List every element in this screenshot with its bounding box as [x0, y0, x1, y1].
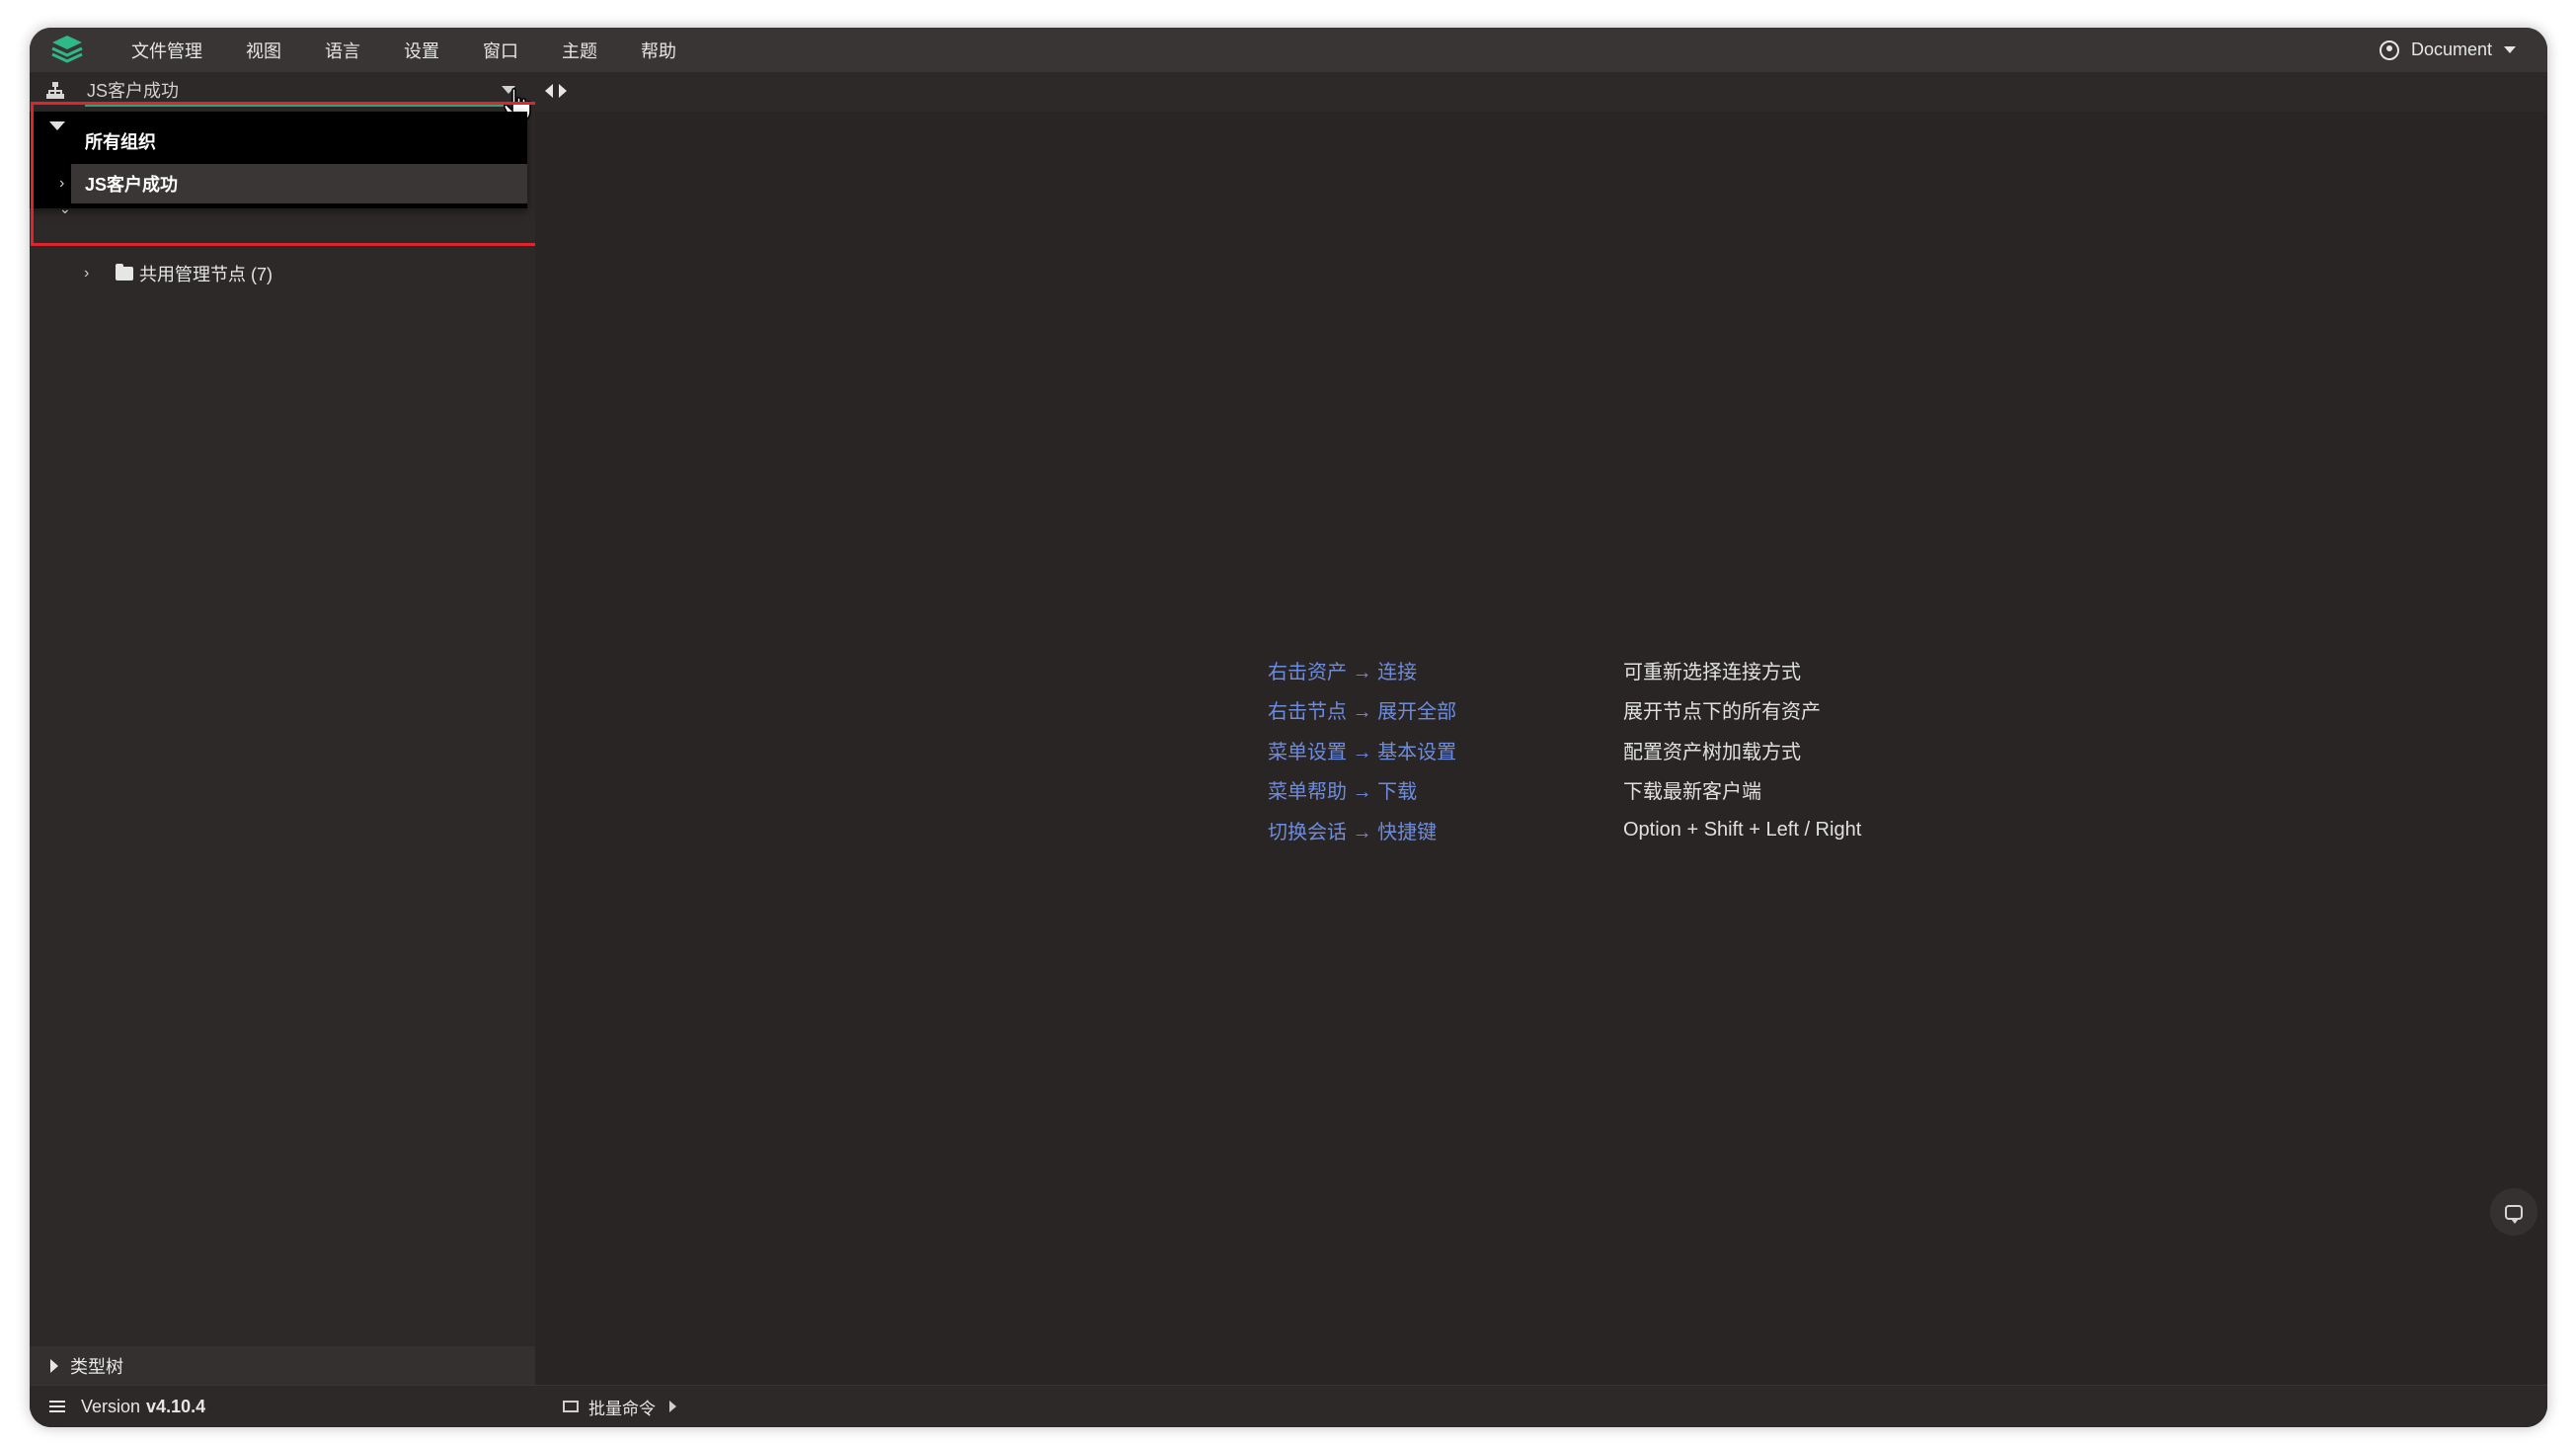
caret-left-icon[interactable]: [545, 84, 553, 98]
menu-bar: 文件管理 视图 语言 设置 窗口 主题 帮助 Document: [30, 28, 2547, 72]
menu-item-view[interactable]: 视图: [246, 38, 281, 63]
tip-row: 右击资产 → 连接 可重新选择连接方式: [1268, 650, 1861, 690]
bottom-bar: 批量命令: [535, 1385, 2547, 1427]
app-window: 文件管理 视图 语言 设置 窗口 主题 帮助 Document JS客户成功 所…: [30, 28, 2547, 1427]
chevron-right-icon[interactable]: ›: [84, 265, 104, 282]
collapse-toggle-icon[interactable]: [49, 121, 65, 130]
tip-key: 菜单帮助 → 下载: [1268, 781, 1418, 804]
tab-scroll-controls: [545, 84, 567, 98]
dropdown-option-selected-org[interactable]: JS客户成功: [71, 164, 527, 203]
menu-item-window[interactable]: 窗口: [483, 38, 518, 63]
tree-node-label: 共用管理节点 (7): [139, 265, 273, 284]
main-area: 右击资产 → 连接 可重新选择连接方式 右击节点 → 展开全部 展开节点下的所有…: [535, 72, 2547, 1427]
tip-key: 切换会话 → 快捷键: [1268, 821, 1438, 843]
user-menu[interactable]: Document: [2379, 28, 2516, 72]
version-prefix: Version: [81, 1396, 141, 1416]
tip-description: 配置资产树加载方式: [1623, 741, 1801, 763]
chevron-down-icon: ⌄: [59, 201, 71, 216]
tip-description: 展开节点下的所有资产: [1623, 701, 1821, 724]
tip-row: 菜单帮助 → 下载 下载最新客户端: [1268, 770, 1861, 811]
shortcut-tips: 右击资产 → 连接 可重新选择连接方式 右击节点 → 展开全部 展开节点下的所有…: [1268, 650, 1861, 850]
folder-icon: [116, 264, 133, 281]
menu-item-language[interactable]: 语言: [325, 38, 360, 63]
tip-key: 右击资产 → 连接: [1268, 661, 1418, 683]
menu-item-help[interactable]: 帮助: [641, 38, 676, 63]
org-dropdown: 所有组织 JS客户成功 › ⌄: [30, 112, 527, 216]
menu-item-settings[interactable]: 设置: [404, 38, 439, 63]
chevron-right-icon[interactable]: ›: [59, 175, 64, 193]
dropdown-option-all-orgs[interactable]: 所有组织: [71, 121, 527, 161]
caret-right-icon[interactable]: [559, 84, 567, 98]
type-tree-label: 类型树: [70, 1357, 123, 1377]
menu-item-theme[interactable]: 主题: [562, 38, 597, 63]
tab-bar: [535, 72, 2547, 112]
menu-item-file[interactable]: 文件管理: [131, 38, 202, 63]
tip-key: 菜单设置 → 基本设置: [1268, 741, 1457, 763]
main-menu: 文件管理 视图 语言 设置 窗口 主题 帮助: [131, 28, 720, 72]
tip-description: 可重新选择连接方式: [1623, 661, 1801, 683]
feedback-button[interactable]: [2490, 1188, 2537, 1236]
tip-row: 切换会话 → 快捷键 Option + Shift + Left / Right: [1268, 810, 1861, 850]
list-icon[interactable]: [49, 1401, 65, 1412]
version-number: v4.10.4: [146, 1396, 206, 1416]
chevron-down-icon: [2504, 46, 2516, 53]
organization-icon: [46, 82, 64, 99]
org-select-input[interactable]: [85, 75, 504, 107]
chat-bubble-icon: [2505, 1204, 2523, 1224]
version-bar: Version v4.10.4: [30, 1385, 535, 1427]
type-tree-toggle[interactable]: 类型树: [30, 1346, 535, 1386]
org-selector-bar: [30, 72, 535, 122]
tip-description: 下载最新客户端: [1623, 781, 1761, 804]
app-logo-icon: [51, 36, 83, 63]
tip-row: 菜单设置 → 基本设置 配置资产树加载方式: [1268, 730, 1861, 770]
terminal-icon: [563, 1401, 579, 1412]
caret-right-icon[interactable]: [669, 1401, 676, 1412]
sidebar: 所有组织 JS客户成功 › ⌄ › 共用管理节点 (7) 类型树 Version…: [30, 72, 545, 1427]
tip-key: 右击节点 → 展开全部: [1268, 701, 1457, 724]
batch-command-label[interactable]: 批量命令: [588, 1395, 656, 1419]
tree-node[interactable]: › 共用管理节点 (7): [84, 260, 273, 287]
tip-description: Option + Shift + Left / Right: [1623, 818, 1862, 841]
tip-row: 右击节点 → 展开全部 展开节点下的所有资产: [1268, 690, 1861, 731]
caret-right-icon: [50, 1359, 58, 1373]
user-label: Document: [2410, 40, 2492, 59]
user-icon: [2379, 40, 2399, 60]
